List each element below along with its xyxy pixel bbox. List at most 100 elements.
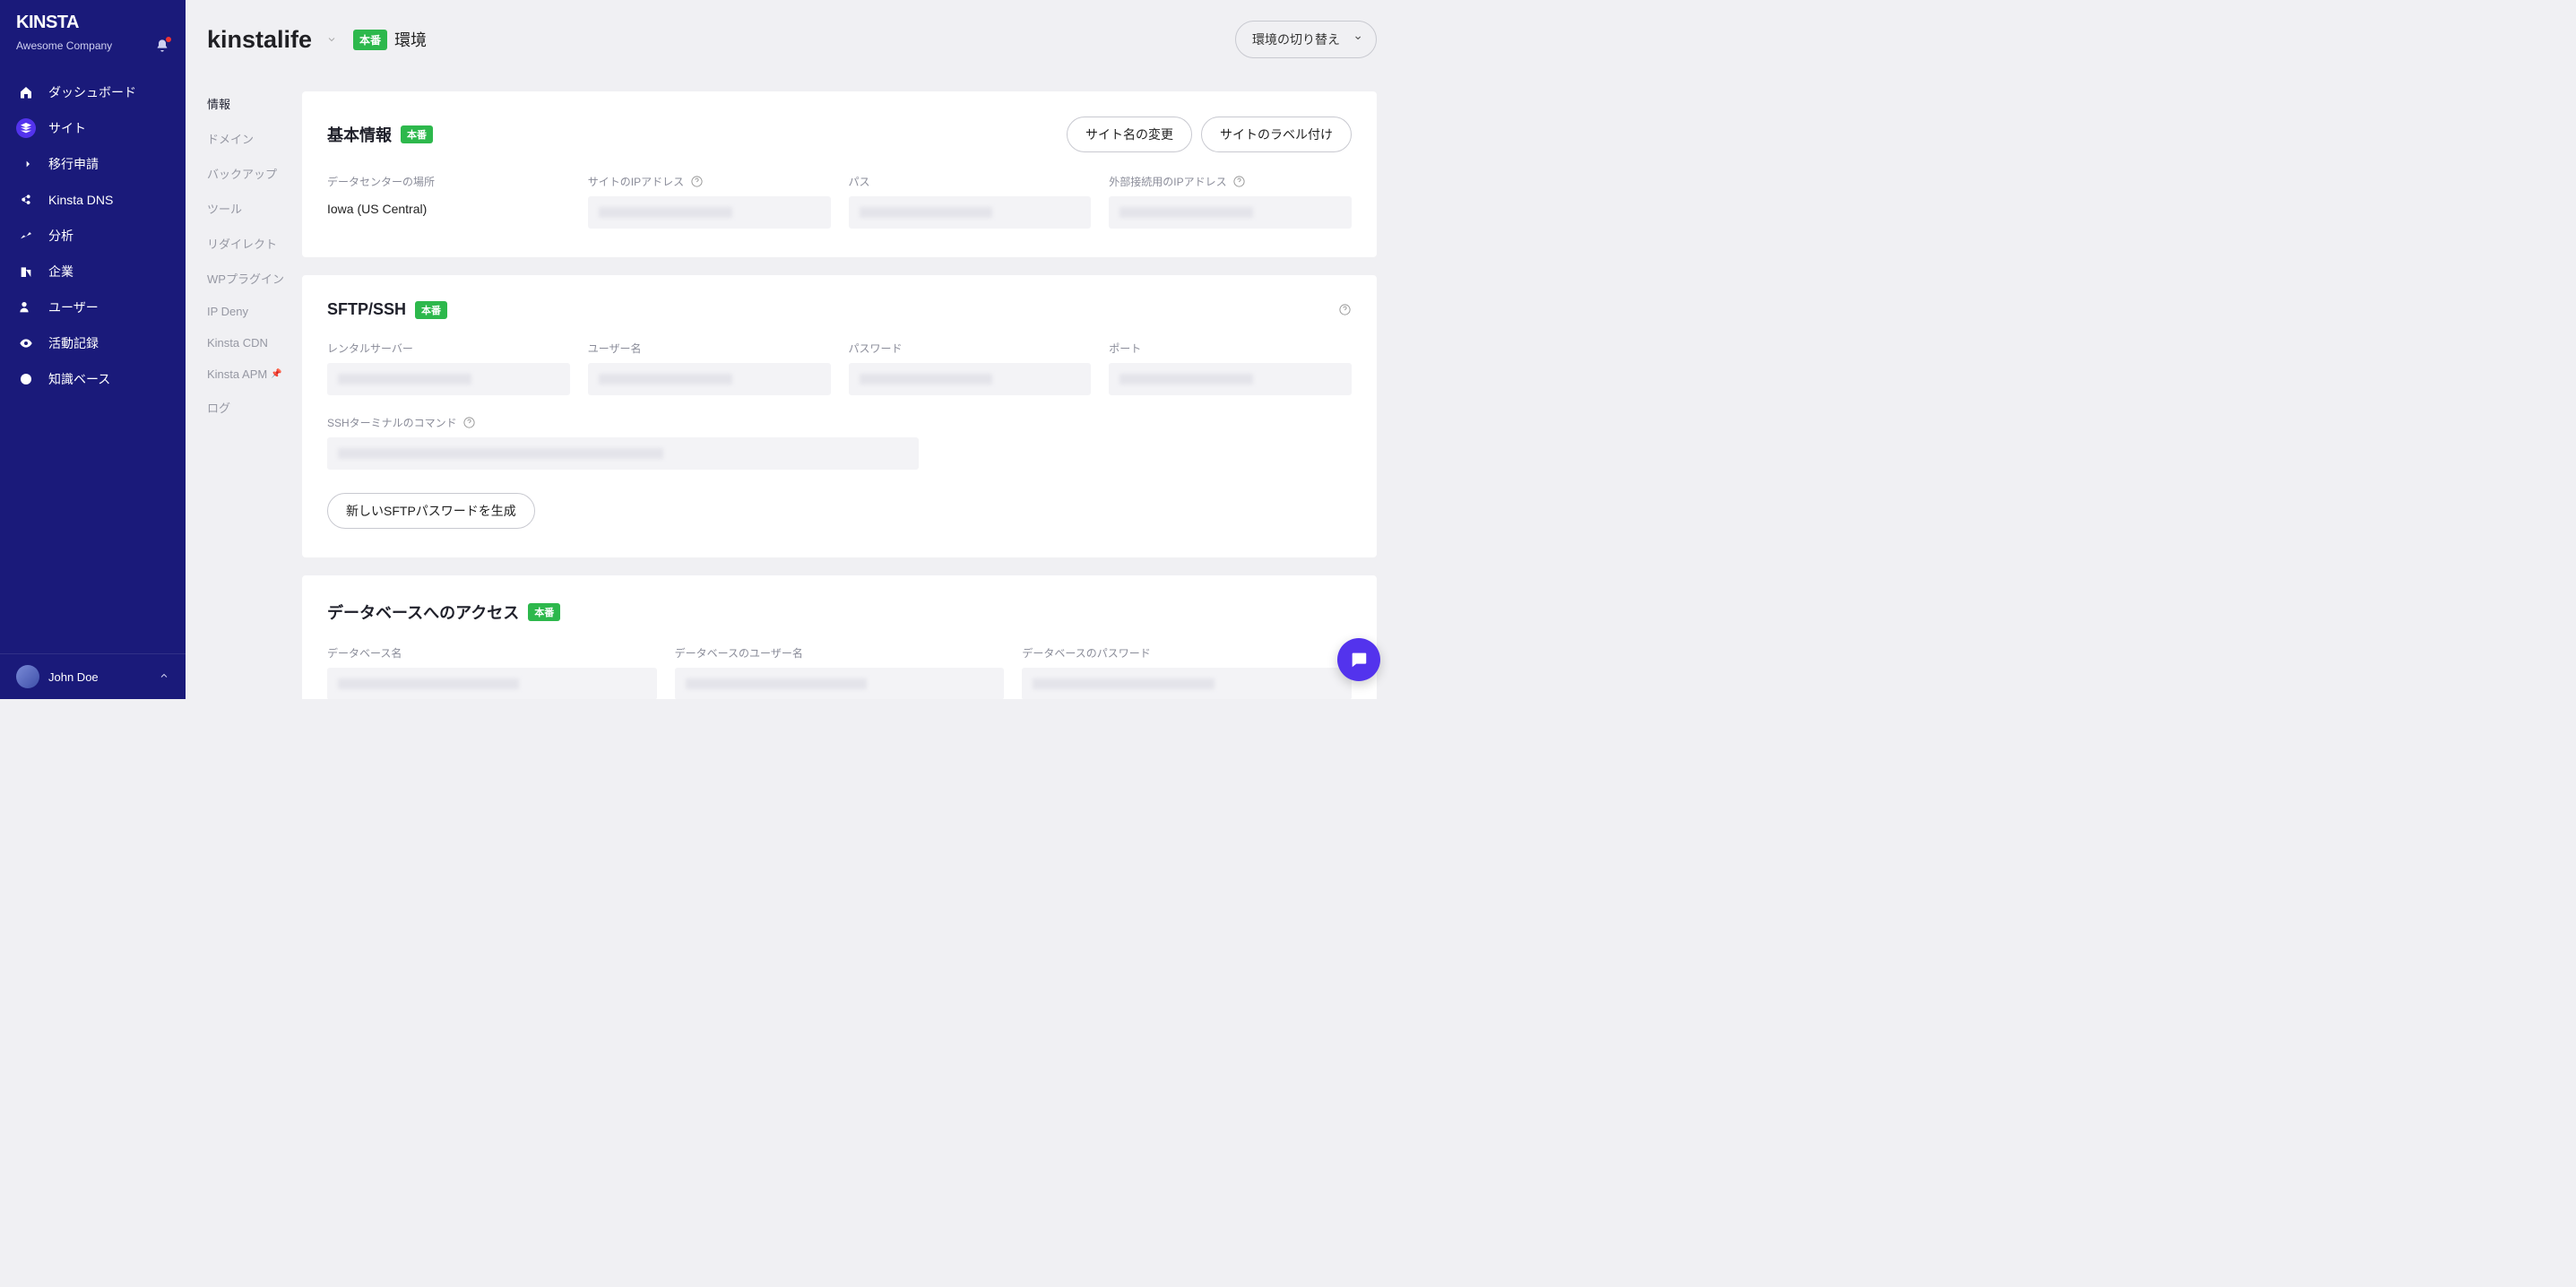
main-content: 基本情報 本番 サイト名の変更 サイトのラベル付け データセンターの場所 Iow…	[302, 91, 1398, 699]
field-datacenter: データセンターの場所 Iowa (US Central)	[327, 174, 570, 229]
nav-users[interactable]: ユーザー	[0, 289, 186, 325]
redacted-value	[327, 437, 919, 470]
redacted-value	[675, 668, 1005, 699]
user-plus-icon	[16, 298, 36, 317]
label-site-button[interactable]: サイトのラベル付け	[1201, 117, 1352, 152]
help-icon[interactable]	[1337, 303, 1352, 317]
label-text: 外部接続用のIPアドレス	[1109, 174, 1226, 189]
subnav-label: バックアップ	[207, 165, 277, 182]
subnav-label: IP Deny	[207, 305, 248, 318]
redacted-value	[849, 196, 1092, 229]
subnav-ip-deny[interactable]: IP Deny	[207, 296, 302, 327]
subnav-redirects[interactable]: リダイレクト	[207, 226, 302, 261]
nav-sites[interactable]: サイト	[0, 110, 186, 146]
card-basic-info: 基本情報 本番 サイト名の変更 サイトのラベル付け データセンターの場所 Iow…	[302, 91, 1377, 257]
field-label: サイトのIPアドレス	[588, 174, 831, 189]
building-icon	[16, 262, 36, 281]
subnav-label: Kinsta APM	[207, 367, 267, 381]
subnav-label: ツール	[207, 200, 242, 217]
chevron-up-icon	[159, 670, 169, 684]
field-sftp-port: ポート	[1109, 341, 1352, 395]
field-label: データベース名	[327, 645, 657, 661]
subnav-domains[interactable]: ドメイン	[207, 121, 302, 156]
eye-icon	[16, 333, 36, 353]
nav-dashboard[interactable]: ダッシュボード	[0, 74, 186, 110]
field-label: パス	[849, 174, 1092, 189]
field-value: Iowa (US Central)	[327, 196, 570, 221]
field-label: 外部接続用のIPアドレス	[1109, 174, 1352, 189]
field-label: SSHターミナルのコマンド	[327, 415, 1352, 430]
field-label: データセンターの場所	[327, 174, 570, 189]
nav-migration[interactable]: 移行申請	[0, 146, 186, 182]
help-circle-icon	[16, 369, 36, 389]
home-icon	[16, 82, 36, 102]
field-label: ポート	[1109, 341, 1352, 356]
field-label: パスワード	[849, 341, 1092, 356]
nav-activity[interactable]: 活動記録	[0, 325, 186, 361]
redacted-value	[327, 668, 657, 699]
generate-sftp-password-button[interactable]: 新しいSFTPパスワードを生成	[327, 493, 535, 529]
env-badge: 本番	[401, 125, 433, 143]
nav-analytics[interactable]: 分析	[0, 218, 186, 254]
subnav-cdn[interactable]: Kinsta CDN	[207, 327, 302, 358]
subnav-label: 情報	[207, 95, 230, 112]
field-external-ip: 外部接続用のIPアドレス	[1109, 174, 1352, 229]
share-icon	[16, 190, 36, 210]
redacted-value	[588, 196, 831, 229]
subnav-backups[interactable]: バックアップ	[207, 156, 302, 191]
subnav-wp-plugins[interactable]: WPプラグイン	[207, 261, 302, 296]
field-sftp-pass: パスワード	[849, 341, 1092, 395]
subnav-label: ドメイン	[207, 130, 254, 147]
pin-icon: 📌	[271, 369, 281, 379]
help-icon[interactable]	[689, 175, 704, 189]
env-badge: 本番	[353, 30, 387, 50]
site-subnav: 情報 ドメイン バックアップ ツール リダイレクト WPプラグイン IP Den…	[186, 79, 302, 699]
subnav-logs[interactable]: ログ	[207, 390, 302, 425]
subnav-label: Kinsta CDN	[207, 336, 268, 350]
primary-nav: ダッシュボード サイト 移行申請 Kinsta DNS 分析 企業 ユーザー	[0, 69, 186, 653]
site-dropdown-caret[interactable]	[323, 30, 341, 48]
nav-knowledge[interactable]: 知識ベース	[0, 361, 186, 397]
user-bar[interactable]: John Doe	[0, 653, 186, 699]
env-badge: 本番	[528, 603, 560, 621]
layers-icon	[16, 118, 36, 138]
redacted-value	[1109, 363, 1352, 395]
label-text: SSHターミナルのコマンド	[327, 415, 457, 430]
nav-label: 知識ベース	[48, 370, 110, 388]
subnav-info[interactable]: 情報	[207, 86, 302, 121]
subnav-apm[interactable]: Kinsta APM 📌	[207, 358, 302, 390]
field-label: データベースのパスワード	[1022, 645, 1352, 661]
field-db-user: データベースのユーザー名	[675, 645, 1005, 699]
user-name: John Doe	[48, 670, 99, 684]
nav-company[interactable]: 企業	[0, 254, 186, 289]
env-switch-dropdown[interactable]: 環境の切り替え	[1235, 21, 1377, 58]
nav-label: サイト	[48, 119, 86, 137]
sftp-title: SFTP/SSH	[327, 300, 406, 319]
page-header: kinstalife 本番 環境 環境の切り替え	[186, 0, 1398, 79]
nav-label: 分析	[48, 227, 73, 245]
nav-label: 移行申請	[48, 155, 99, 173]
nav-label: 企業	[48, 263, 73, 281]
company-row: Awesome Company	[0, 39, 186, 69]
redacted-value	[1109, 196, 1352, 229]
card-sftp-ssh: SFTP/SSH 本番 レンタルサーバー ユーザー名 パスワード ポート	[302, 275, 1377, 557]
rename-site-button[interactable]: サイト名の変更	[1067, 117, 1192, 152]
label-text: サイトのIPアドレス	[588, 174, 684, 189]
field-db-pass: データベースのパスワード	[1022, 645, 1352, 699]
notifications-bell-icon[interactable]	[155, 39, 169, 53]
chart-line-icon	[16, 226, 36, 246]
nav-dns[interactable]: Kinsta DNS	[0, 182, 186, 218]
field-site-ip: サイトのIPアドレス	[588, 174, 831, 229]
nav-label: ユーザー	[48, 298, 99, 316]
site-name: kinstalife	[207, 26, 312, 54]
subnav-tools[interactable]: ツール	[207, 191, 302, 226]
help-icon[interactable]	[1232, 175, 1247, 189]
chat-fab[interactable]	[1337, 638, 1380, 681]
redacted-value	[1022, 668, 1352, 699]
brand-logo: KINSTA	[0, 0, 186, 39]
field-label: レンタルサーバー	[327, 341, 570, 356]
help-icon[interactable]	[462, 416, 477, 430]
env-badge: 本番	[415, 301, 447, 319]
redacted-value	[849, 363, 1092, 395]
env-word: 環境	[394, 28, 427, 51]
